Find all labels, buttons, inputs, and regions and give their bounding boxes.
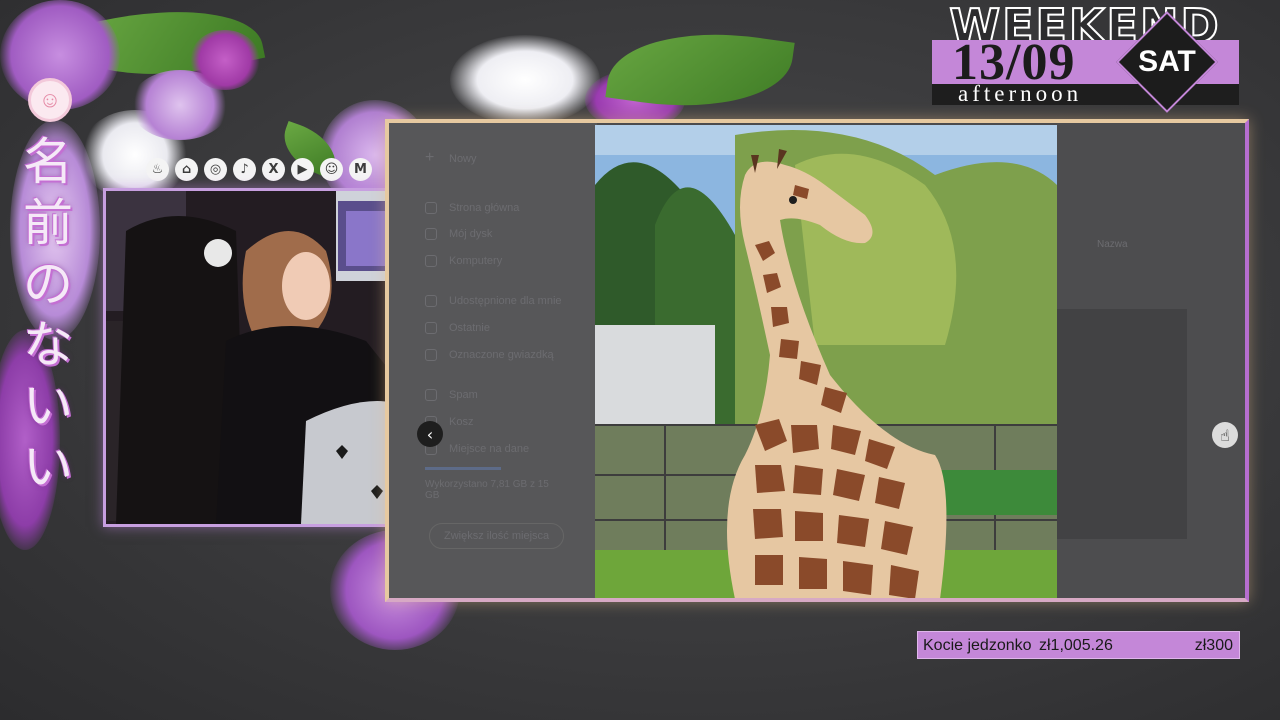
x-icon: X bbox=[262, 158, 285, 181]
star-icon bbox=[425, 349, 437, 361]
hand-cursor-icon: ☝ bbox=[1220, 425, 1230, 445]
webcam-image bbox=[106, 191, 406, 524]
giraffe-photo bbox=[595, 125, 1057, 598]
storage-bar bbox=[425, 467, 501, 470]
instagram-icon: ◎ bbox=[204, 158, 227, 181]
kanji-char: の bbox=[23, 255, 73, 313]
webcam-feed bbox=[103, 188, 409, 527]
kanji-char: な bbox=[23, 316, 73, 374]
banner-period: afternoon bbox=[958, 81, 1083, 106]
social-links: ♨ ⌂ ◎ ♪ X ▶ ☺ M bbox=[146, 158, 372, 181]
donation-goal: Kocie jedzonko zł1,005.26 zł300 bbox=[917, 631, 1240, 659]
sidebar-item-recent[interactable]: Ostatnie bbox=[449, 322, 490, 334]
twitch-icon: ⌂ bbox=[175, 158, 198, 181]
goal-target: zł300 bbox=[1194, 637, 1233, 654]
shared-icon bbox=[425, 295, 437, 307]
banner-day: SAT bbox=[1138, 45, 1196, 78]
sidebar-item-trash[interactable]: Kosz bbox=[449, 416, 473, 428]
sort-label[interactable]: Nazwa bbox=[1097, 239, 1128, 250]
plus-icon: + bbox=[425, 149, 435, 166]
spam-icon bbox=[425, 389, 437, 401]
previous-image-button[interactable]: ‹ bbox=[417, 421, 443, 447]
kanji-char: い bbox=[23, 377, 73, 435]
drive-file-area: Nazwa bbox=[1057, 123, 1245, 598]
goal-current: zł1,005.26 bbox=[1039, 637, 1113, 654]
file-thumbnail[interactable] bbox=[1057, 309, 1187, 539]
computer-icon bbox=[425, 255, 437, 267]
drive-sidebar: + Nowy Strona główna Mój dysk Komputery … bbox=[389, 123, 597, 598]
youtube-icon: ▶ bbox=[291, 158, 314, 181]
new-button[interactable]: Nowy bbox=[449, 153, 477, 165]
sidebar-item-storage[interactable]: Miejsce na dane bbox=[449, 443, 529, 455]
kanji-char: い bbox=[23, 438, 73, 496]
sidebar-item-shared[interactable]: Udostępnione dla mnie bbox=[449, 295, 562, 307]
storage-button[interactable]: Zwiększ ilość miejsca bbox=[429, 523, 565, 549]
kanji-char: 名 bbox=[23, 133, 73, 191]
streamer-avatar: ☺ bbox=[28, 78, 72, 122]
mail-icon: M bbox=[349, 158, 372, 181]
flame-icon: ♨ bbox=[146, 158, 169, 181]
next-image-button[interactable]: ☝ bbox=[1212, 422, 1238, 448]
shared-screen: + Nowy Strona główna Mój dysk Komputery … bbox=[385, 119, 1249, 602]
photo-image bbox=[595, 125, 1057, 598]
kanji-char: 前 bbox=[23, 194, 73, 252]
home-icon bbox=[425, 202, 437, 214]
sidebar-item-my-drive[interactable]: Mój dysk bbox=[449, 228, 492, 240]
drive-icon bbox=[425, 228, 437, 240]
sidebar-item-starred[interactable]: Oznaczone gwiazdką bbox=[449, 349, 554, 361]
sidebar-item-spam[interactable]: Spam bbox=[449, 389, 478, 401]
clock-icon bbox=[425, 322, 437, 334]
chevron-left-icon: ‹ bbox=[426, 424, 434, 444]
storage-text: Wykorzystano 7,81 GB z 15 GB bbox=[425, 479, 549, 501]
sidebar-item-home[interactable]: Strona główna bbox=[449, 202, 519, 214]
goal-label: Kocie jedzonko bbox=[923, 637, 1032, 654]
sidebar-item-computers[interactable]: Komputery bbox=[449, 255, 502, 267]
vertical-title: 名 前 の な い い bbox=[18, 132, 78, 498]
discord-icon: ☺ bbox=[320, 158, 343, 181]
tiktok-icon: ♪ bbox=[233, 158, 256, 181]
